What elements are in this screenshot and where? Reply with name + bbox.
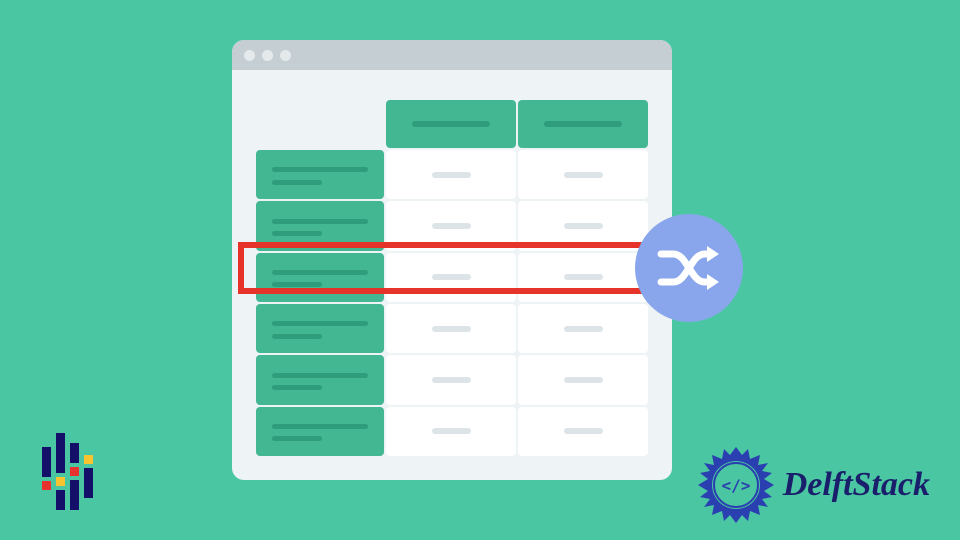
window-control-dot [262, 50, 273, 61]
header-row [386, 100, 648, 148]
data-cell [518, 407, 648, 456]
data-cell [386, 407, 516, 456]
data-grid [386, 150, 648, 456]
window-titlebar [232, 40, 672, 70]
brand-name: DelftStack [783, 466, 930, 504]
pandas-logo [36, 433, 98, 516]
shuffle-badge [635, 214, 743, 322]
shuffle-icon [655, 240, 723, 296]
pandas-logo-icon [36, 433, 98, 511]
data-cell [518, 355, 648, 404]
delft-badge-icon: </> [695, 444, 777, 526]
data-cell [386, 304, 516, 353]
data-cell [386, 150, 516, 199]
window-control-dot [280, 50, 291, 61]
data-cell [518, 150, 648, 199]
data-cell [386, 355, 516, 404]
table-row [386, 150, 648, 199]
index-column [256, 150, 384, 456]
index-cell [256, 407, 384, 456]
delftstack-brand: </> DelftStack [695, 444, 930, 526]
svg-text:</>: </> [721, 476, 750, 495]
window-control-dot [244, 50, 255, 61]
header-cell [386, 100, 516, 148]
data-cell [518, 304, 648, 353]
index-cell [256, 355, 384, 404]
index-cell [256, 304, 384, 353]
table-row [386, 407, 648, 456]
table-row [386, 355, 648, 404]
header-cell [518, 100, 648, 148]
table-row [386, 304, 648, 353]
index-cell [256, 150, 384, 199]
